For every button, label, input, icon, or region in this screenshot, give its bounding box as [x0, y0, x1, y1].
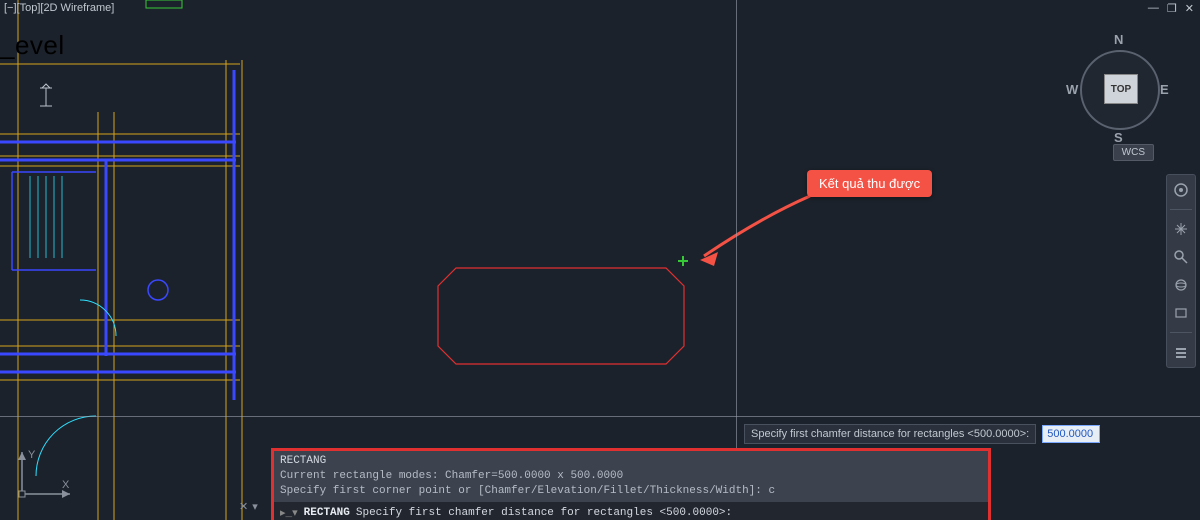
- window-controls: — ❐ ✕: [1146, 2, 1196, 15]
- command-window: RECTANG Current rectangle modes: Chamfer…: [271, 448, 991, 520]
- command-history-line: Specify first corner point or [Chamfer/E…: [280, 484, 982, 499]
- app-root: [−][Top][2D Wireframe] _evel — ❐ ✕ Kết q…: [0, 0, 1200, 520]
- datum-marker: [36, 82, 60, 117]
- crosshair-vertical: [736, 0, 737, 520]
- zoom-button[interactable]: [1170, 246, 1192, 268]
- nav-menu-button[interactable]: [1170, 341, 1192, 363]
- pan-button[interactable]: [1170, 218, 1192, 240]
- command-prompt-icon: ▸_▾: [280, 506, 298, 520]
- command-recent-icon[interactable]: ▾: [252, 500, 258, 513]
- nav-wheel-button[interactable]: [1170, 179, 1192, 201]
- window-minimize-button[interactable]: —: [1146, 2, 1161, 15]
- viewport-label[interactable]: [−][Top][2D Wireframe]: [4, 2, 114, 14]
- wcs-badge[interactable]: WCS: [1113, 144, 1154, 161]
- viewcube-east-label[interactable]: E: [1160, 82, 1169, 97]
- command-line-controls: ✕ ▾: [239, 500, 258, 513]
- dynamic-prompt-input[interactable]: [1042, 425, 1100, 443]
- viewcube-south-label[interactable]: S: [1114, 130, 1123, 145]
- navigation-bar: [1166, 174, 1196, 368]
- dynamic-input-prompt: Specify first chamfer distance for recta…: [744, 424, 1100, 444]
- command-close-icon[interactable]: ✕: [239, 500, 248, 513]
- viewcube-north-label[interactable]: N: [1114, 32, 1123, 47]
- command-history-line: Current rectangle modes: Chamfer=500.000…: [280, 469, 982, 484]
- nav-separator: [1170, 332, 1192, 333]
- window-restore-button[interactable]: ❐: [1165, 2, 1179, 15]
- active-command-prompt: Specify first chamfer distance for recta…: [356, 507, 732, 519]
- ucs-y-label: Y: [28, 449, 36, 461]
- level-text: _evel: [0, 30, 65, 61]
- orbit-button[interactable]: [1170, 274, 1192, 296]
- ucs-icon[interactable]: X Y: [12, 444, 82, 509]
- window-close-button[interactable]: ✕: [1183, 2, 1196, 15]
- showmotion-button[interactable]: [1170, 302, 1192, 324]
- command-history-line: RECTANG: [280, 454, 982, 469]
- ucs-x-label: X: [62, 479, 70, 491]
- crosshair-horizontal: [0, 416, 1200, 417]
- annotation-callout: Kết quả thu được: [807, 170, 932, 197]
- nav-separator: [1170, 209, 1192, 210]
- viewcube-west-label[interactable]: W: [1066, 82, 1078, 97]
- command-input-line[interactable]: ▸_▾ RECTANG Specify first chamfer distan…: [274, 502, 988, 520]
- dynamic-prompt-text: Specify first chamfer distance for recta…: [744, 424, 1036, 444]
- command-history: RECTANG Current rectangle modes: Chamfer…: [274, 451, 988, 502]
- viewcube[interactable]: TOP N E S W: [1070, 30, 1170, 140]
- viewcube-top-face[interactable]: TOP: [1104, 74, 1138, 104]
- pick-point-marker: [678, 256, 688, 266]
- active-command-name: RECTANG: [304, 507, 350, 519]
